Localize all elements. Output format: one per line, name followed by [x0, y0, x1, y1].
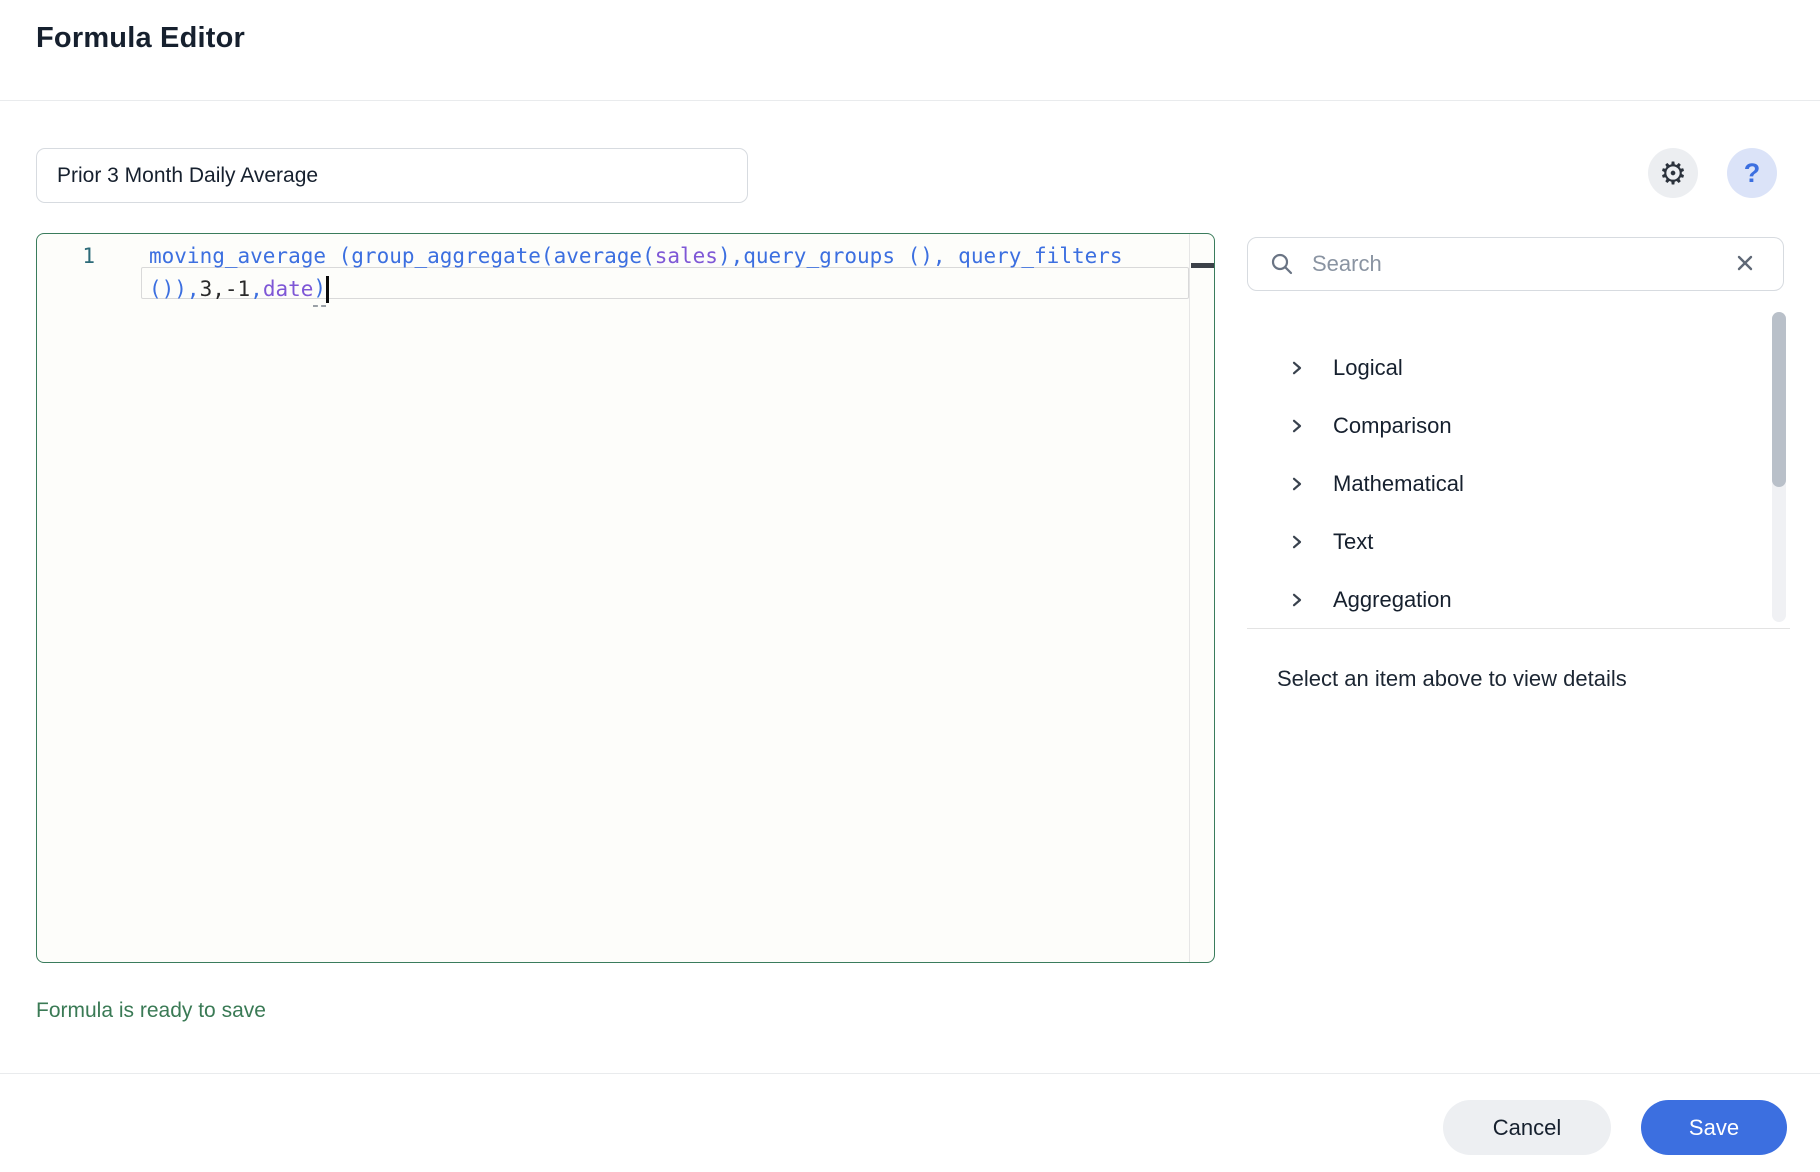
category-label: Aggregation: [1333, 587, 1452, 613]
close-icon: [1735, 253, 1755, 276]
chevron-right-icon[interactable]: [1289, 360, 1305, 376]
category-label: Logical: [1333, 355, 1403, 381]
function-search-box: [1247, 237, 1784, 291]
formula-name-input[interactable]: [36, 148, 748, 203]
category-row-aggregation[interactable]: Aggregation: [1247, 571, 1767, 629]
code-line-1: moving_average (group_aggregate(average(…: [149, 240, 1214, 273]
details-hint-text: Select an item above to view details: [1277, 666, 1627, 692]
panel-divider: [1247, 628, 1790, 629]
search-icon: [1270, 252, 1294, 276]
panel-scrollbar-track[interactable]: [1772, 312, 1786, 622]
code-token: ,: [250, 273, 263, 306]
search-input[interactable]: [1312, 251, 1731, 277]
code-token: 3,-1: [200, 273, 251, 306]
category-row-comparison[interactable]: Comparison: [1247, 397, 1767, 455]
function-category-list: Logical Comparison Mathematical Text Agg…: [1247, 339, 1767, 629]
help-button[interactable]: ?: [1727, 148, 1777, 198]
code-token: moving_average (group_aggregate(average(: [149, 240, 655, 273]
code-token: sales: [655, 240, 718, 273]
footer-divider: [0, 1073, 1820, 1074]
cancel-button[interactable]: Cancel: [1443, 1100, 1611, 1155]
code-token: date: [263, 273, 314, 306]
category-row-mathematical[interactable]: Mathematical: [1247, 455, 1767, 513]
category-row-logical[interactable]: Logical: [1247, 339, 1767, 397]
code-token: ()),: [149, 273, 200, 306]
header-divider: [0, 100, 1820, 101]
page-title: Formula Editor: [36, 22, 245, 55]
chevron-right-icon[interactable]: [1289, 418, 1305, 434]
code-token: ),query_groups (), query_filters: [718, 240, 1123, 273]
gear-icon: ⚙: [1659, 158, 1687, 189]
code-line-2: ()),3,-1,date): [149, 273, 1214, 306]
chevron-right-icon[interactable]: [1289, 476, 1305, 492]
panel-scrollbar-thumb[interactable]: [1772, 312, 1786, 487]
editor-scrollbar-track[interactable]: [1189, 234, 1190, 962]
formula-editor-modal: Formula Editor ⚙ ? 1 moving_average (gro…: [0, 0, 1820, 1172]
category-label: Mathematical: [1333, 471, 1464, 497]
code-token: ): [313, 272, 326, 307]
status-message: Formula is ready to save: [36, 999, 266, 1023]
save-button[interactable]: Save: [1641, 1100, 1787, 1155]
category-label: Comparison: [1333, 413, 1452, 439]
category-row-text[interactable]: Text: [1247, 513, 1767, 571]
category-label: Text: [1333, 529, 1373, 555]
chevron-right-icon[interactable]: [1289, 592, 1305, 608]
chevron-right-icon[interactable]: [1289, 534, 1305, 550]
clear-search-button[interactable]: [1731, 249, 1759, 280]
line-number: 1: [57, 240, 95, 273]
formula-code-editor[interactable]: 1 moving_average (group_aggregate(averag…: [36, 233, 1215, 963]
question-mark-icon: ?: [1744, 158, 1761, 189]
text-cursor: [326, 276, 329, 303]
settings-button[interactable]: ⚙: [1648, 148, 1698, 198]
